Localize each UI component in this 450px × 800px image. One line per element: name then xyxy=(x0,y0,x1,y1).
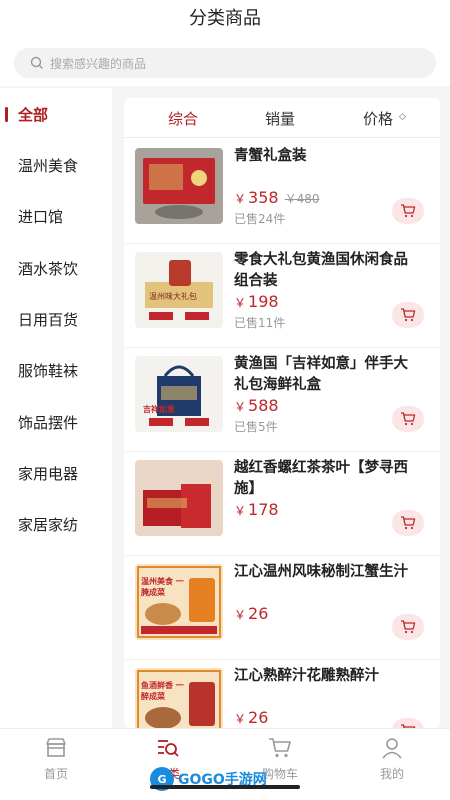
sidebar-item-home-textiles[interactable]: 家居家纺 xyxy=(0,498,112,550)
product-item[interactable]: 温州味大礼包 零食大礼包黄渔国休闲食品组合装 ￥ 198 已售11件 xyxy=(124,244,440,348)
sort-bar: 综合 销量 价格 ◇ xyxy=(124,98,440,138)
cart-icon xyxy=(401,620,416,634)
cart-icon xyxy=(401,204,416,218)
thumb-text: 温州味大礼包 xyxy=(149,292,197,301)
category-search-icon xyxy=(158,740,179,757)
product-price: ￥ 358 ￥480 xyxy=(234,188,319,207)
search-placeholder: 搜索感兴趣的商品 xyxy=(50,56,147,71)
product-price: ￥ 26 xyxy=(234,604,268,623)
thumb-text: 鱼酒鲜香 一醉成菜 xyxy=(141,681,184,701)
sidebar-item-appliances[interactable]: 家用电器 xyxy=(0,447,112,499)
product-price: ￥ 26 xyxy=(234,708,268,727)
product-item[interactable]: 温州美食 一腌成菜 江心温州风味秘制江蟹生汁 ￥ 26 xyxy=(124,556,440,660)
product-item[interactable]: 青蟹礼盒装 ￥ 358 ￥480 已售24件 xyxy=(124,140,440,244)
add-to-cart-button[interactable] xyxy=(392,198,424,224)
price-value: 198 xyxy=(248,292,279,311)
product-panel: 综合 销量 价格 ◇ 青蟹礼盒装 ￥ 358 ￥480 已售24件 温州味大礼包 零… xyxy=(124,98,440,728)
search-input[interactable]: 搜索感兴趣的商品 xyxy=(14,48,436,78)
user-icon xyxy=(382,738,402,759)
cart-icon xyxy=(269,738,291,758)
product-name: 越红香螺红茶茶叶【梦寻西施】 xyxy=(234,460,408,497)
tab-home[interactable]: 首页 xyxy=(0,735,112,791)
search-bar: 搜索感兴趣的商品 xyxy=(0,40,450,86)
cart-icon xyxy=(401,308,416,322)
sidebar-item-drinks[interactable]: 酒水茶饮 xyxy=(0,242,112,294)
price-value: 358 xyxy=(248,188,279,207)
product-price: ￥ 178 xyxy=(234,500,279,519)
product-image xyxy=(135,460,223,536)
price-value: 26 xyxy=(248,708,269,727)
sort-sales[interactable]: 销量 xyxy=(265,108,295,129)
sidebar-item-label: 家居家纺 xyxy=(18,515,79,534)
price-value: 178 xyxy=(248,500,279,519)
sidebar-item-wenzhou-food[interactable]: 温州美食 xyxy=(0,139,112,191)
sidebar-item-label: 家用电器 xyxy=(18,464,79,483)
product-name: 零食大礼包黄渔国休闲食品组合装 xyxy=(234,252,408,289)
price-value: 26 xyxy=(248,604,269,623)
cart-icon xyxy=(401,516,416,530)
add-to-cart-button[interactable] xyxy=(392,510,424,536)
product-image xyxy=(135,148,223,224)
sidebar-item-daily-goods[interactable]: 日用百货 xyxy=(0,293,112,345)
sold-count: 已售24件 xyxy=(234,212,286,226)
sidebar-item-label: 进口馆 xyxy=(18,207,64,226)
sidebar-item-all[interactable]: 全部 xyxy=(0,88,112,140)
product-image: 温州美食 一腌成菜 xyxy=(135,564,223,640)
thumb-text: 吉祥如意 xyxy=(143,405,175,414)
product-image: 吉祥如意 xyxy=(135,356,223,432)
original-price: ￥480 xyxy=(284,192,320,206)
product-image: 温州味大礼包 xyxy=(135,252,223,328)
sold-count: 已售5件 xyxy=(234,420,278,434)
home-indicator xyxy=(150,785,300,789)
currency-symbol: ￥ xyxy=(234,608,247,622)
sidebar-item-ornaments[interactable]: 饰品摆件 xyxy=(0,396,112,448)
sidebar-item-apparel[interactable]: 服饰鞋袜 xyxy=(0,344,112,396)
add-to-cart-button[interactable] xyxy=(392,302,424,328)
sidebar-item-label: 全部 xyxy=(18,105,49,124)
product-item[interactable]: 吉祥如意 黄渔国「吉祥如意」伴手大礼包海鲜礼盒 ￥ 588 已售5件 xyxy=(124,348,440,452)
sort-toggle-icon[interactable]: ◇ xyxy=(399,112,406,122)
product-item[interactable]: 鱼酒鲜香 一醉成菜 江心熟醉汁花雕熟醉汁 ￥ 26 xyxy=(124,660,440,728)
sidebar-item-label: 饰品摆件 xyxy=(18,413,79,432)
add-to-cart-button[interactable] xyxy=(392,718,424,728)
sidebar-item-label: 温州美食 xyxy=(18,156,79,175)
product-item[interactable]: 越红香螺红茶茶叶【梦寻西施】 ￥ 178 xyxy=(124,452,440,556)
product-price: ￥ 588 xyxy=(234,396,279,415)
currency-symbol: ￥ xyxy=(234,712,247,726)
sort-comprehensive[interactable]: 综合 xyxy=(168,108,198,129)
tab-label: 我的 xyxy=(379,767,404,781)
product-name: 江心熟醉汁花雕熟醉汁 xyxy=(234,668,379,684)
store-icon xyxy=(46,738,66,757)
category-sidebar: 全部 温州美食 进口馆 酒水茶饮 日用百货 服饰鞋袜 饰品摆件 家用电器 家居家… xyxy=(0,88,112,728)
product-price: ￥ 198 xyxy=(234,292,279,311)
product-name: 江心温州风味秘制江蟹生汁 xyxy=(234,564,408,580)
currency-symbol: ￥ xyxy=(234,400,247,414)
product-image: 鱼酒鲜香 一醉成菜 xyxy=(135,668,223,728)
add-to-cart-button[interactable] xyxy=(392,614,424,640)
add-to-cart-button[interactable] xyxy=(392,406,424,432)
sidebar-item-label: 酒水茶饮 xyxy=(18,259,79,278)
cart-icon xyxy=(401,412,416,426)
sidebar-item-label: 日用百货 xyxy=(18,310,79,329)
sold-count: 已售11件 xyxy=(234,316,286,330)
currency-symbol: ￥ xyxy=(234,296,247,310)
top-bar: 分类商品 xyxy=(0,0,450,40)
watermark: G GOGO手游网 xyxy=(150,764,300,794)
currency-symbol: ￥ xyxy=(234,192,247,206)
sort-price[interactable]: 价格 xyxy=(363,108,393,129)
tab-label: 首页 xyxy=(43,767,68,781)
product-name: 黄渔国「吉祥如意」伴手大礼包海鲜礼盒 xyxy=(234,356,408,393)
price-value: 588 xyxy=(248,396,279,415)
product-name: 青蟹礼盒装 xyxy=(234,148,307,164)
thumb-text: 温州美食 一腌成菜 xyxy=(141,577,184,597)
tab-profile[interactable]: 我的 xyxy=(336,735,448,791)
currency-symbol: ￥ xyxy=(234,504,247,518)
search-icon xyxy=(30,56,43,69)
page-title: 分类商品 xyxy=(189,8,261,29)
sidebar-item-label: 服饰鞋袜 xyxy=(18,361,79,380)
sidebar-item-imports[interactable]: 进口馆 xyxy=(0,190,112,242)
